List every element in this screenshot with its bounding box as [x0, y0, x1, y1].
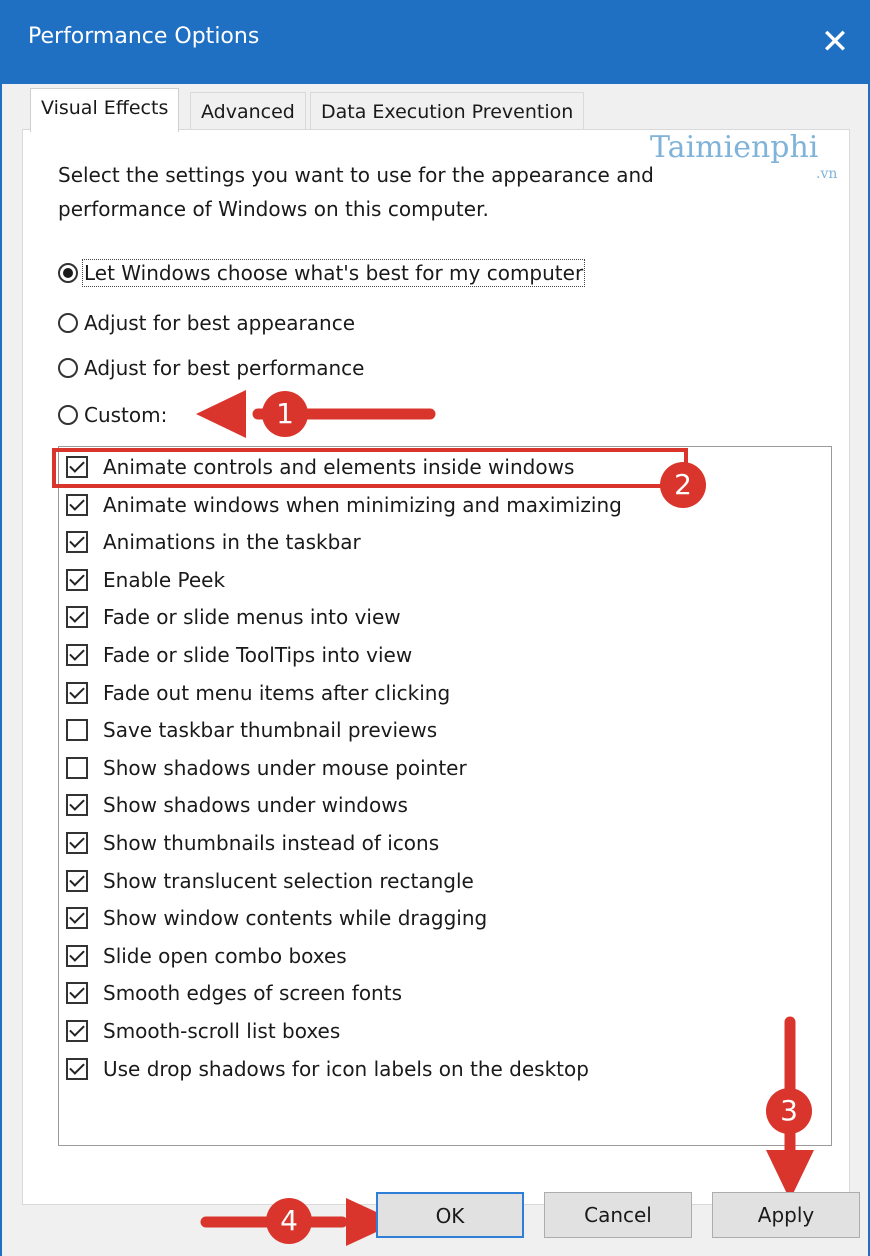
tab-visual-effects[interactable]: Visual Effects: [30, 88, 180, 132]
cancel-button[interactable]: Cancel: [544, 1192, 692, 1238]
apply-button[interactable]: Apply: [712, 1192, 860, 1238]
tab-label: Visual Effects: [41, 97, 169, 119]
annotation-arrows: [196, 390, 814, 1246]
ok-button[interactable]: OK: [376, 1192, 524, 1238]
arrow-1-head: [196, 390, 246, 438]
annotation-badge-3: 3: [766, 1088, 812, 1134]
annotation-badge-2: 2: [660, 462, 706, 508]
annotation-badge-4: 4: [266, 1198, 312, 1244]
annotation-badge-1: 1: [262, 391, 308, 437]
